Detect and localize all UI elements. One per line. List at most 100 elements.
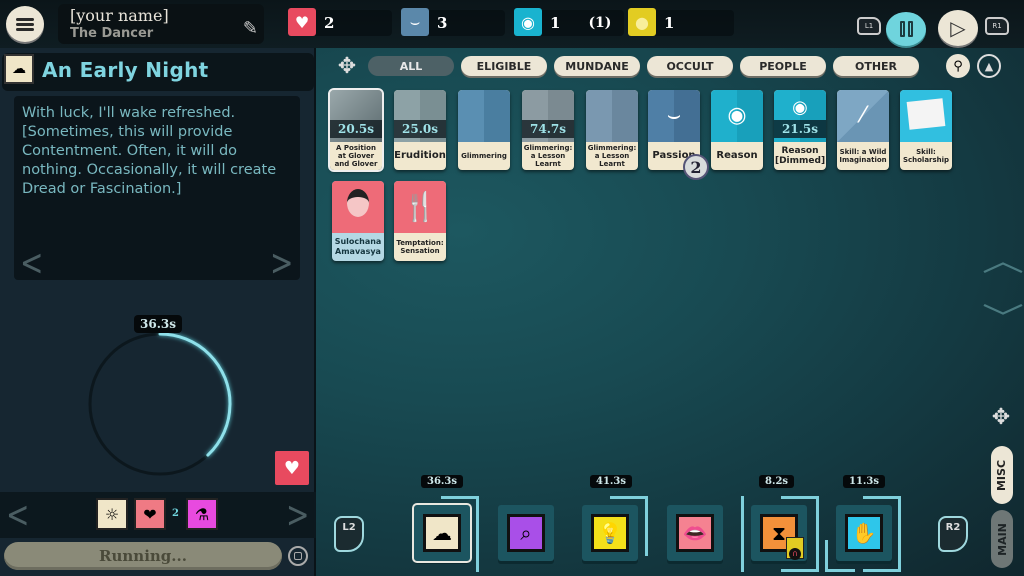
tab-misc-label: MISC [995, 459, 1009, 491]
situation-timer: 36.3s [134, 315, 182, 333]
glimmering-art [586, 90, 638, 142]
verb-work[interactable]: ✋ [836, 505, 892, 561]
card-label: A Position at Glover and Glover [334, 144, 378, 168]
heart-icon: ♥ [283, 457, 301, 479]
card-label: Temptation: Sensation [396, 239, 444, 255]
desc-prev-arrow[interactable]: < [20, 241, 43, 284]
eye-icon: ◉ [514, 8, 542, 36]
card-label: Glimmering: a Lesson Learnt [523, 144, 573, 168]
reason-extra: (1) [588, 15, 612, 31]
aspects-prev-arrow[interactable]: < [6, 493, 29, 536]
scroll-up-arrow[interactable]: ︿ [982, 236, 1024, 280]
card-temptation-sensation[interactable]: 🍴 Temptation: Sensation [394, 181, 446, 261]
dream-icon: ☁ [4, 54, 34, 84]
triangle-icon: ▲ [984, 59, 994, 73]
filter-tab-occult[interactable]: OCCULT [647, 56, 733, 76]
verb-dream[interactable]: ☁ [412, 503, 472, 563]
card-timer: 25.0s [394, 120, 446, 138]
pause-button[interactable] [886, 12, 926, 46]
top-bar: [your name] The Dancer ✎ ♥ 2 ⌣ 3 ◉ 1 (1)… [0, 0, 1024, 48]
card-glimmering[interactable]: Glimmering [458, 90, 510, 170]
r1-button[interactable]: R1 [985, 17, 1009, 35]
filter-tab-mundane[interactable]: MUNDANE [554, 56, 640, 76]
verb-timer: 36.3s [421, 475, 463, 488]
dream-icon: ☁ [423, 514, 461, 552]
card-position-glover[interactable]: 20.5s A Position at Glover and Glover [328, 88, 384, 172]
verb-timer: 41.3s [590, 475, 632, 488]
anatomical-heart-icon: ❤ [134, 498, 166, 530]
card-sulochana-amavasya[interactable]: Sulochana Amavasya [332, 181, 384, 261]
stop-icon[interactable] [288, 546, 308, 566]
card-skill-wild-imagination[interactable]: ⁄ Skill: a Wild Imagination [837, 90, 889, 170]
card-reason[interactable]: ◉ Reason [711, 90, 763, 170]
filter-tab-other[interactable]: OTHER [833, 56, 919, 76]
aspects-bar: < ☼ ❤ 2 ⚗ > [0, 492, 316, 538]
funds-slot-card[interactable]: ∩ [786, 537, 804, 560]
resource-reason[interactable]: ◉ 1 (1) [514, 8, 624, 36]
verb-explore[interactable]: ⌕ [498, 505, 554, 561]
card-label: Reason [716, 150, 758, 161]
card-label: Skill: Scholarship [902, 148, 950, 164]
pause-icon [899, 21, 913, 37]
resource-funds[interactable]: ● 1 [628, 8, 734, 36]
filter-tab-all[interactable]: ALL [368, 56, 454, 76]
search-button[interactable]: ⚲ [946, 54, 970, 78]
tab-misc[interactable]: MISC [991, 446, 1013, 504]
card-skill-scholarship[interactable]: Skill: Scholarship [900, 90, 952, 170]
library-card-art [900, 90, 952, 142]
verb-study[interactable]: 💡 [582, 505, 638, 561]
r2-button[interactable]: R2 [938, 516, 968, 552]
running-status-button[interactable]: Running... [4, 542, 282, 570]
card-label: Erudition [394, 150, 446, 161]
situation-title: An Early Night [42, 58, 209, 82]
player-name-box[interactable]: [your name] The Dancer ✎ [58, 4, 264, 44]
heart-aspect-count: 2 [172, 508, 179, 519]
output-card-health[interactable]: ♥ [275, 451, 309, 485]
reason-count: 1 [550, 14, 561, 32]
situation-panel: ☁ An Early Night With luck, I'll wake re… [0, 48, 316, 576]
card-label: Sulochana Amavasya [334, 237, 382, 256]
card-label: Skill: a Wild Imagination [839, 148, 887, 164]
insight-icon: ☼ [96, 498, 128, 530]
pencil-icon[interactable]: ✎ [243, 18, 258, 39]
card-label: Glimmering: a Lesson Learnt [587, 144, 637, 168]
fork-knife-icon: 🍴 [394, 181, 446, 233]
card-reason-dimmed[interactable]: ◉ 21.5s Reason [Dimmed] [774, 90, 826, 170]
situation-description: With luck, I'll wake refreshed. [Sometim… [22, 105, 277, 197]
filter-tab-eligible[interactable]: ELIGIBLE [461, 56, 547, 76]
tab-main-label: MAIN [995, 522, 1009, 556]
player-name: [your name] [70, 6, 169, 25]
resource-health[interactable]: ♥ 2 [288, 8, 392, 36]
resource-passion[interactable]: ⌣ 3 [401, 8, 505, 36]
lips-icon: 👄 [676, 514, 714, 552]
triangle-button[interactable]: ▲ [977, 54, 1001, 78]
l2-button[interactable]: L2 [334, 516, 364, 552]
verb-timer: 8.2s [759, 475, 795, 488]
card-timer: 20.5s [330, 120, 382, 138]
situation-timer-ring [88, 332, 232, 476]
heart-icon: ♥ [288, 8, 316, 36]
play-button[interactable]: ▷ [938, 10, 978, 46]
card-erudition[interactable]: 25.0s Erudition [394, 90, 446, 170]
card-timer: 21.5s [774, 120, 826, 138]
card-glimmering-lesson-2[interactable]: Glimmering: a Lesson Learnt [586, 90, 638, 170]
aspects-next-arrow[interactable]: > [286, 493, 309, 536]
desc-next-arrow[interactable]: > [270, 241, 293, 284]
filter-tab-people[interactable]: PEOPLE [740, 56, 826, 76]
health-count: 2 [324, 14, 335, 32]
hamburger-icon [16, 16, 34, 33]
lightbulb-icon: 💡 [591, 514, 629, 552]
tab-main[interactable]: MAIN [991, 510, 1013, 568]
card-glimmering-lesson-1[interactable]: 74.7s Glimmering: a Lesson Learnt [522, 90, 574, 170]
l1-button[interactable]: L1 [857, 17, 881, 35]
verb-talk[interactable]: 👄 [667, 505, 723, 561]
dpad-icon: ✥ [337, 53, 357, 79]
closed-eye-icon: ⌣ [648, 90, 700, 142]
scroll-down-arrow[interactable]: ﹀ [982, 294, 1024, 338]
card-timer: 74.7s [522, 120, 574, 138]
potion-icon: ⚗ [186, 498, 218, 530]
passion-count: 3 [437, 14, 448, 32]
coin-icon: ● [628, 8, 656, 36]
menu-button[interactable] [6, 6, 44, 42]
situation-description-box: With luck, I'll wake refreshed. [Sometim… [14, 96, 300, 280]
